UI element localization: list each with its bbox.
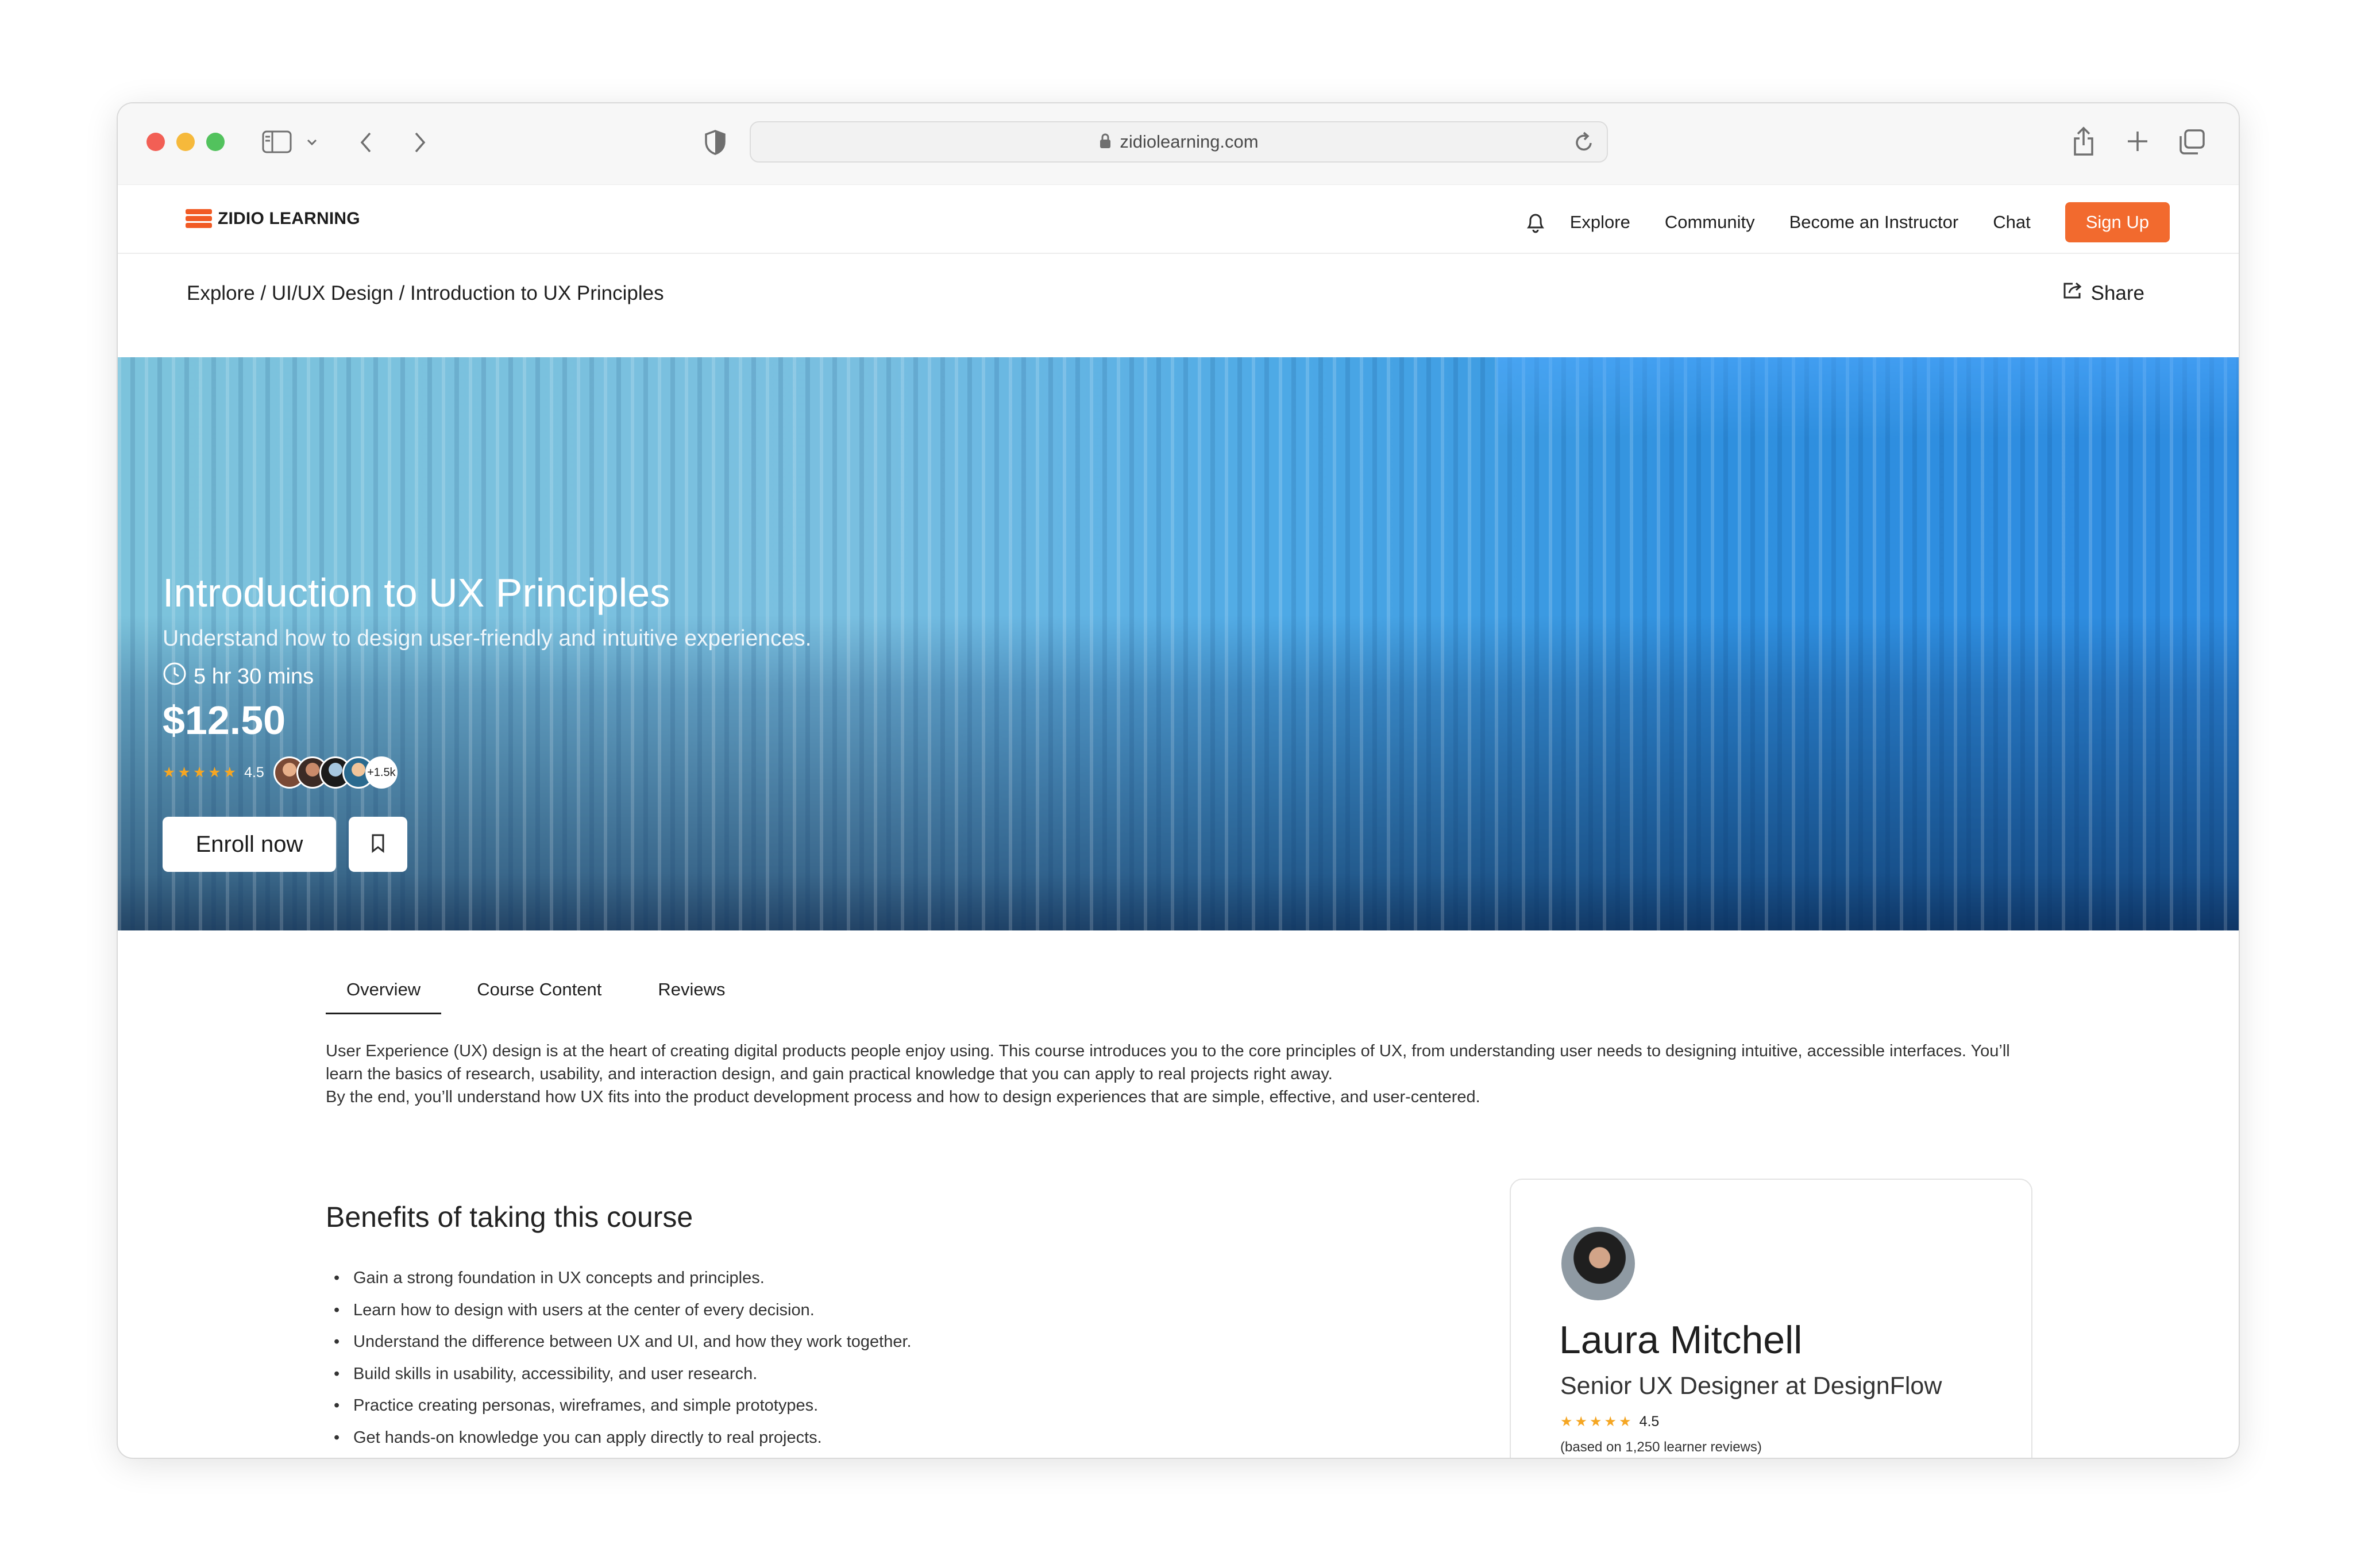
benefits-title: Benefits of taking this course (326, 1201, 693, 1233)
breadcrumb[interactable]: Explore / UI/UX Design / Introduction to… (187, 282, 664, 305)
nav-community[interactable]: Community (1665, 212, 1755, 233)
share-button[interactable]: Share (2062, 281, 2144, 305)
instructor-name[interactable]: Laura Mitchell (1559, 1318, 1802, 1362)
benefits-list: Gain a strong foundation in UX concepts … (334, 1266, 912, 1458)
list-item: Build skills in usability, accessibility… (334, 1362, 912, 1395)
rating-stars: ★★★★★ (163, 764, 239, 781)
list-item: Gain a strong foundation in UX concepts … (334, 1266, 912, 1299)
browser-window: zidiolearning.com ZIDIO LEARNING Explore… (118, 103, 2239, 1458)
main-nav: Explore Community Become an Instructor C… (1518, 202, 2170, 242)
instructor-rating: ★★★★★ 4.5 (1560, 1413, 1668, 1430)
minimize-window-button[interactable] (176, 133, 195, 151)
course-tabs: Overview Course Content Reviews (326, 976, 746, 1014)
instructor-title: Senior UX Designer at DesignFlow (1560, 1372, 1942, 1400)
review-count: (based on 1,250 learner reviews) (1560, 1439, 1762, 1455)
tab-reviews[interactable]: Reviews (637, 976, 746, 1014)
bookmark-button[interactable] (349, 817, 407, 872)
signup-button[interactable]: Sign Up (2065, 202, 2170, 242)
list-item: Learn how to design with users at the ce… (334, 1299, 912, 1331)
learners-more-count: +1.5k (365, 756, 398, 789)
bookmark-icon (371, 833, 385, 856)
address-bar[interactable]: zidiolearning.com (750, 121, 1608, 163)
sidebar-toggle-icon[interactable] (261, 130, 292, 154)
lock-icon (1099, 132, 1112, 152)
course-duration: 5 hr 30 mins (163, 662, 314, 692)
enroll-button[interactable]: Enroll now (163, 817, 336, 872)
logo-mark-icon (186, 209, 212, 229)
close-window-button[interactable] (146, 133, 165, 151)
logo-text: ZIDIO LEARNING (218, 209, 360, 228)
list-item: Understand the difference between UX and… (334, 1330, 912, 1362)
overview-paragraph: User Experience (UX) design is at the he… (326, 1042, 2010, 1083)
maximize-window-button[interactable] (206, 133, 225, 151)
nav-explore[interactable]: Explore (1570, 212, 1630, 233)
rating-stars: ★★★★★ (1560, 1414, 1634, 1430)
breadcrumb-row: Explore / UI/UX Design / Introduction to… (118, 254, 2239, 357)
back-icon[interactable] (354, 130, 377, 155)
nav-become-instructor[interactable]: Become an Instructor (1789, 212, 1959, 233)
overview-text: User Experience (UX) design is at the he… (326, 1040, 2026, 1109)
course-price: $12.50 (163, 698, 286, 743)
url-text: zidiolearning.com (1120, 132, 1259, 152)
tab-course-content[interactable]: Course Content (456, 976, 622, 1014)
rating-value: 4.5 (244, 764, 264, 781)
site-logo[interactable]: ZIDIO LEARNING (186, 209, 360, 229)
share-icon[interactable] (2071, 125, 2096, 157)
overview-paragraph: By the end, you’ll understand how UX fit… (326, 1088, 1480, 1106)
hero-background-image (1496, 357, 2239, 438)
new-tab-icon[interactable] (2126, 130, 2149, 153)
notification-bell-icon[interactable] (1518, 205, 1553, 240)
site-header: ZIDIO LEARNING Explore Community Become … (118, 185, 2239, 254)
nav-chat[interactable]: Chat (1993, 212, 2030, 233)
course-title: Introduction to UX Principles (163, 570, 670, 615)
reload-icon[interactable] (1573, 132, 1594, 156)
duration-text: 5 hr 30 mins (194, 664, 314, 689)
tab-overview[interactable]: Overview (326, 976, 442, 1014)
course-rating: ★★★★★ 4.5 +1.5k (163, 756, 398, 789)
list-item: Practice creating personas, wireframes, … (334, 1394, 912, 1426)
list-item: Get hands-on knowledge you can apply dir… (334, 1426, 912, 1458)
browser-toolbar: zidiolearning.com (118, 103, 2239, 185)
shield-icon[interactable] (703, 129, 728, 156)
chevron-down-icon[interactable] (305, 136, 319, 149)
rating-value: 4.5 (1639, 1413, 1660, 1430)
forward-icon[interactable] (408, 130, 431, 155)
instructor-card: Laura Mitchell Senior UX Designer at Des… (1510, 1179, 2032, 1458)
course-subtitle: Understand how to design user-friendly a… (163, 626, 812, 651)
tab-overview-icon[interactable] (2178, 129, 2205, 155)
share-label: Share (2090, 281, 2144, 304)
share-arrow-icon (2062, 281, 2083, 305)
avatar (1561, 1227, 1635, 1300)
learner-avatars: +1.5k (273, 756, 398, 789)
clock-icon (163, 662, 187, 692)
hero-actions: Enroll now (163, 817, 407, 872)
course-hero: Introduction to UX Principles Understand… (118, 357, 2239, 930)
